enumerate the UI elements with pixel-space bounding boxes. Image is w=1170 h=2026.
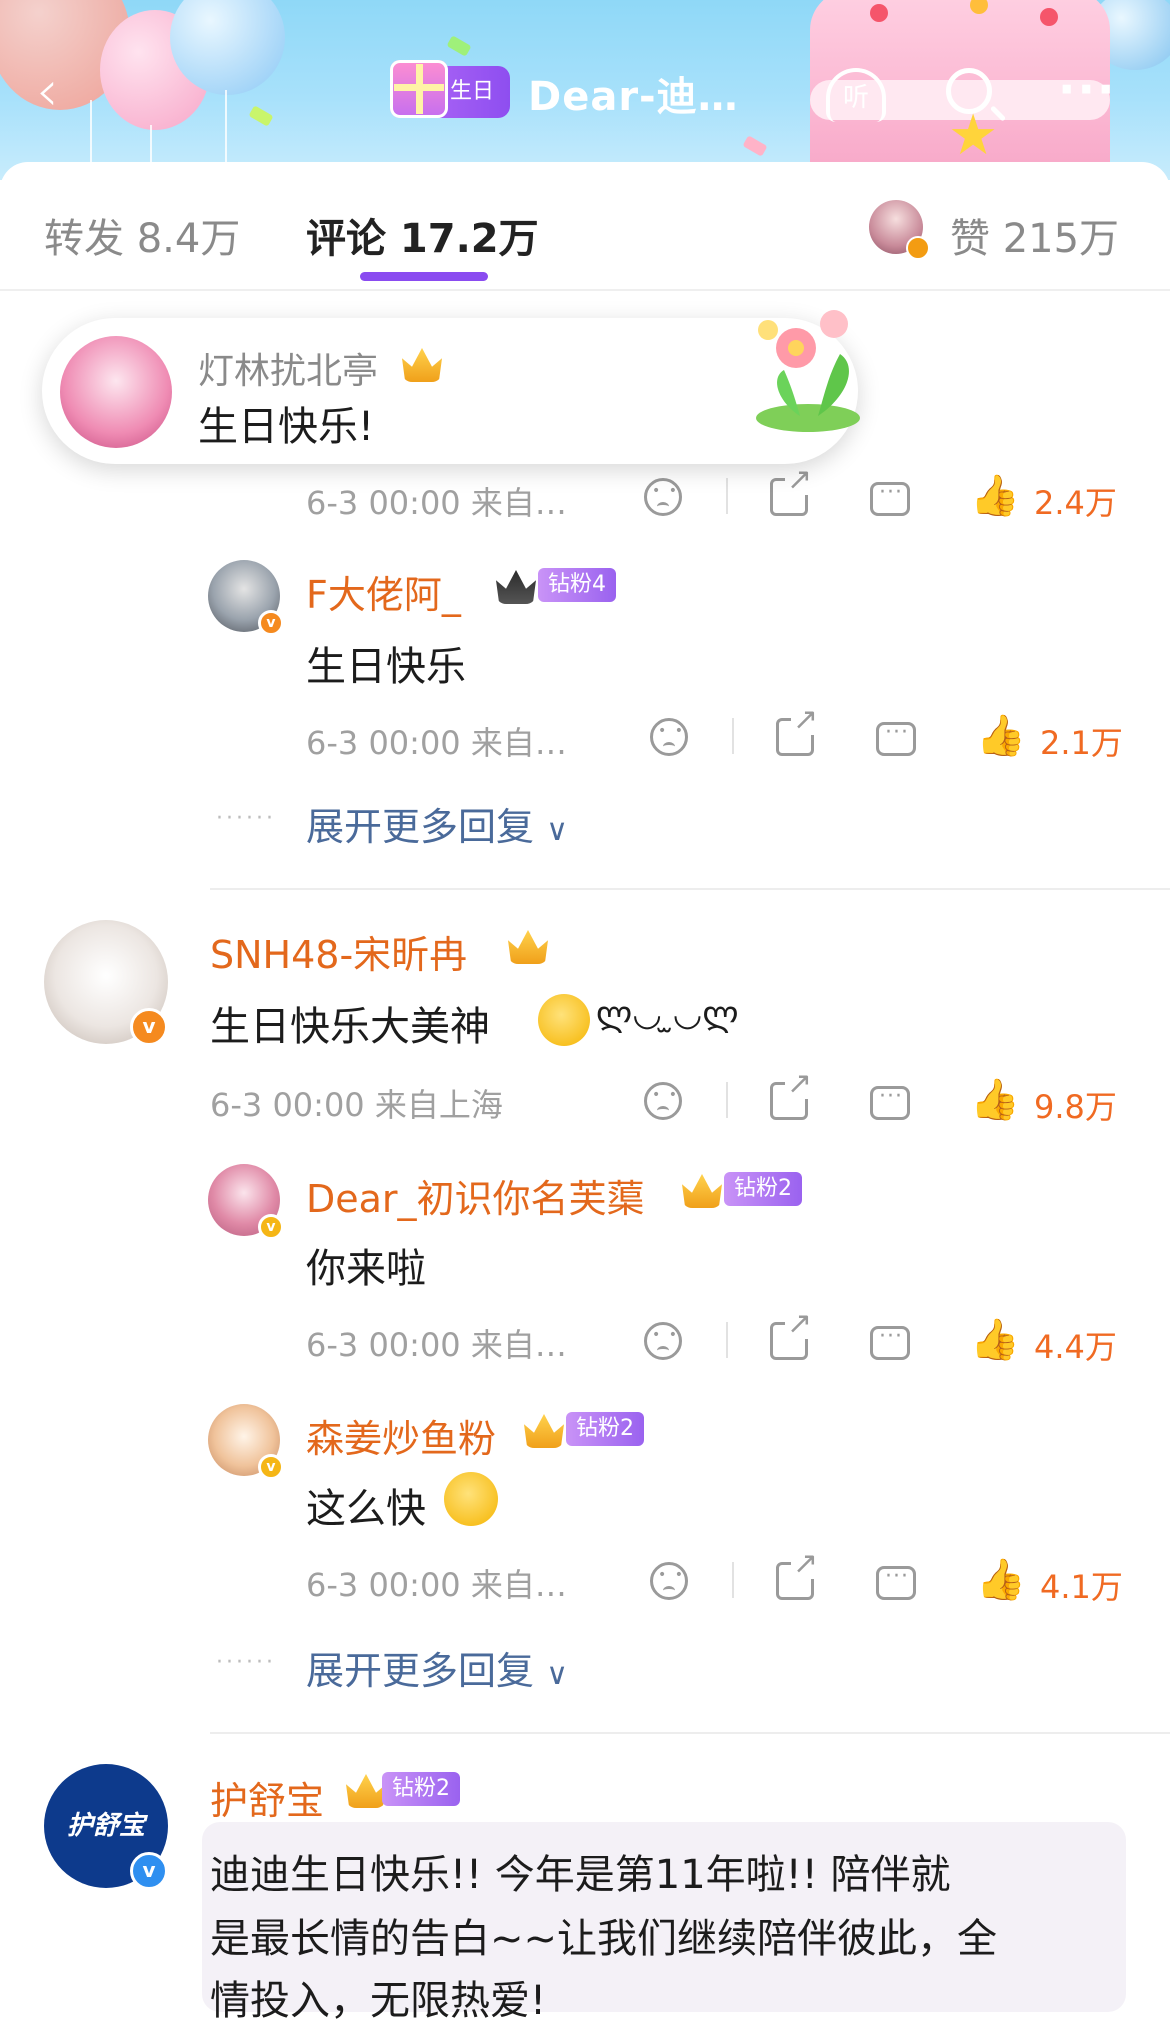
username[interactable]: 护舒宝: [210, 1770, 324, 1825]
back-button[interactable]: ‹: [36, 62, 76, 122]
expand-replies-label: 展开更多回复: [306, 805, 535, 849]
dislike-icon[interactable]: [644, 1322, 682, 1360]
share-icon[interactable]: [770, 1309, 815, 1360]
confetti-decoration: [248, 105, 274, 127]
like-icon[interactable]: 👍: [970, 1080, 1020, 1120]
dislike-icon[interactable]: [650, 718, 688, 756]
more-options-button[interactable]: ···: [1058, 62, 1116, 116]
dislike-icon[interactable]: [650, 1562, 688, 1600]
active-tab-indicator: [360, 272, 488, 281]
like-icon[interactable]: 👍: [970, 476, 1020, 516]
like-icon[interactable]: 👍: [976, 1560, 1026, 1600]
kiss-emoji-icon: [538, 994, 590, 1046]
candle-dot: [970, 0, 988, 14]
crown-icon: [402, 348, 442, 382]
candle-dot: [1040, 8, 1058, 26]
comment-text-line: 是最长情的告白~~让我们继续陪伴彼此，全: [210, 1916, 998, 1962]
comment-text: 生日快乐: [306, 644, 466, 690]
separator: [726, 1322, 728, 1358]
separator: [732, 1562, 734, 1598]
balloon-string: [90, 100, 92, 170]
fan-level-tag: 钻粉4: [538, 568, 616, 602]
tab-bar: 转发 8.4万 评论 17.2万 赞 215万: [0, 162, 1170, 291]
share-icon[interactable]: [770, 465, 815, 516]
verified-badge-icon: v: [130, 1008, 168, 1046]
reply-icon[interactable]: [876, 1564, 916, 1600]
tab-comments[interactable]: 评论 17.2万: [306, 206, 539, 264]
dots-decoration: ······: [216, 1650, 276, 1675]
username[interactable]: Dear_初识你名芙蕖: [306, 1168, 645, 1223]
share-icon[interactable]: [770, 1069, 815, 1120]
username[interactable]: F大佬阿_: [306, 564, 461, 619]
listen-label: 听: [842, 83, 869, 113]
separator: [726, 1082, 728, 1118]
comment-meta: 6-3 00:00 来自…: [306, 1566, 567, 1604]
thread-divider: [210, 888, 1170, 890]
like-count[interactable]: 4.4万: [1034, 1322, 1117, 1368]
toast-avatar: [60, 336, 172, 448]
confetti-decoration: [742, 135, 768, 157]
surprised-emoji-icon: [444, 1472, 498, 1526]
username[interactable]: 森姜炒鱼粉: [306, 1408, 496, 1463]
share-icon[interactable]: [776, 1549, 821, 1600]
birthday-wish-toast[interactable]: 灯林扰北亭 生日快乐!: [42, 310, 860, 464]
like-count[interactable]: 2.1万: [1040, 718, 1123, 764]
thread-divider: [210, 1732, 1170, 1734]
like-icon[interactable]: 👍: [976, 716, 1026, 756]
flower-sticker-icon: [756, 310, 860, 432]
candle-dot: [870, 4, 888, 22]
dots-decoration: ······: [216, 806, 276, 831]
top-nav-bar: ‹ 生日 Dear-迪… 听 ★ ···: [0, 0, 1170, 180]
tab-repost[interactable]: 转发 8.4万: [44, 206, 240, 264]
toast-username: 灯林扰北亭: [198, 351, 379, 392]
confetti-decoration: [446, 35, 472, 57]
comment-text-line: 情投入，无限热爱!: [210, 1978, 547, 2024]
like-count[interactable]: 2.4万: [1034, 478, 1117, 524]
expand-replies-link[interactable]: 展开更多回复 ∨: [306, 1640, 568, 1695]
dislike-icon[interactable]: [644, 1082, 682, 1120]
expand-replies-label: 展开更多回复: [306, 1649, 535, 1693]
verified-badge-icon: v: [130, 1852, 168, 1890]
birthday-badge-label: 生日: [449, 79, 494, 104]
chevron-down-icon: ∨: [546, 813, 569, 848]
like-count[interactable]: 4.1万: [1040, 1562, 1123, 1608]
verified-badge-icon: v: [258, 1214, 284, 1240]
reply-icon[interactable]: [870, 1084, 910, 1120]
tab-likes[interactable]: 赞 215万: [950, 206, 1119, 264]
comment-text: 生日快乐大美神: [210, 994, 490, 1052]
separator: [726, 478, 728, 514]
toast-text: 生日快乐!: [198, 404, 375, 450]
comment-text-line: 迪迪生日快乐!! 今年是第11年啦!! 陪伴就: [210, 1852, 951, 1898]
separator: [732, 718, 734, 754]
fan-level-tag: 钻粉2: [724, 1172, 802, 1206]
comment-meta: 6-3 00:00 来自…: [306, 1326, 567, 1364]
comment-meta: 6-3 00:00 来自上海: [210, 1086, 503, 1124]
comment-text: 你来啦: [306, 1246, 426, 1292]
tab-divider: [0, 289, 1170, 291]
star-decoration: ★: [948, 103, 999, 168]
fan-level-tag: 钻粉2: [382, 1772, 460, 1806]
comment-meta: 6-3 00:00 来自…: [306, 724, 567, 762]
kaomoji-text: ლ◡ ̫◡ლ: [596, 994, 739, 1034]
reply-icon[interactable]: [870, 1324, 910, 1360]
comment-text: 这么快: [306, 1486, 426, 1532]
chevron-down-icon: ∨: [546, 1657, 569, 1692]
verified-badge-icon: v: [258, 1454, 284, 1480]
gift-icon: [390, 60, 448, 118]
listen-button[interactable]: 听: [826, 68, 886, 122]
like-count[interactable]: 9.8万: [1034, 1082, 1117, 1128]
verified-badge-icon: v: [258, 610, 284, 636]
expand-replies-link[interactable]: 展开更多回复 ∨: [306, 796, 568, 851]
page-title: Dear-迪…: [528, 74, 739, 120]
share-icon[interactable]: [776, 705, 821, 756]
like-icon[interactable]: 👍: [970, 1320, 1020, 1360]
username[interactable]: SNH48-宋昕冉: [210, 924, 467, 979]
comment-meta: 6-3 00:00 来自…: [306, 484, 567, 522]
reply-icon[interactable]: [870, 480, 910, 516]
comment-text-main: 生日快乐大美神: [210, 1004, 490, 1050]
dislike-icon[interactable]: [644, 478, 682, 516]
fan-level-tag: 钻粉2: [566, 1412, 644, 1446]
verified-badge-icon: [906, 236, 930, 260]
reply-icon[interactable]: [876, 720, 916, 756]
